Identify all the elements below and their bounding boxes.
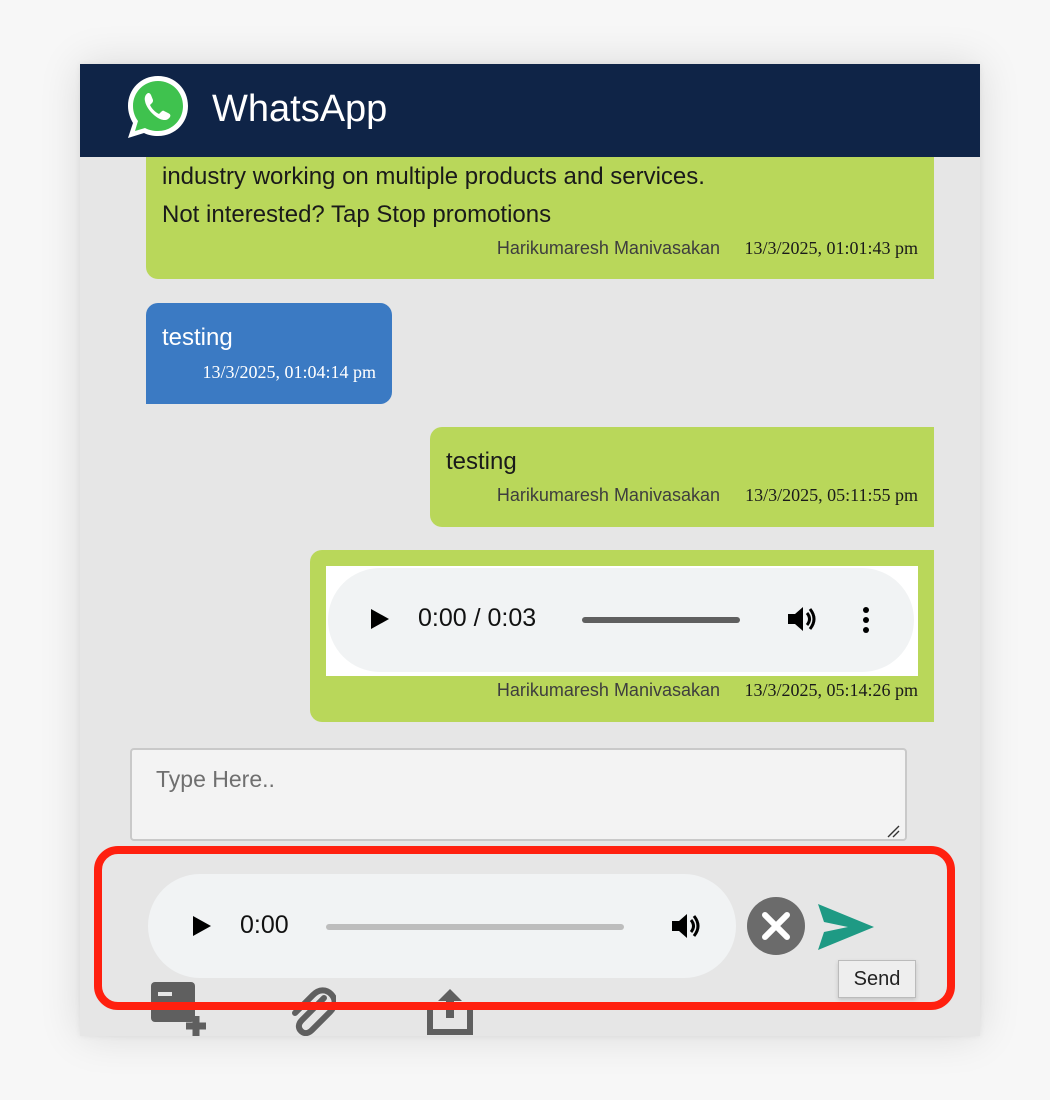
play-icon[interactable] bbox=[370, 608, 390, 630]
whatsapp-logo bbox=[128, 76, 188, 138]
attachment-icon[interactable] bbox=[286, 986, 336, 1036]
message-timestamp: 13/3/2025, 01:04:14 pm bbox=[202, 362, 376, 382]
audio-message-frame: 0:00 / 0:03 bbox=[326, 566, 918, 676]
message-timestamp: 13/3/2025, 01:01:43 pm bbox=[744, 238, 918, 258]
message-sender: Harikumaresh Manivasakan bbox=[496, 238, 720, 258]
audio-time-display: 0:00 / 0:03 bbox=[418, 604, 537, 632]
share-upload-icon[interactable] bbox=[425, 986, 475, 1036]
message-timestamp: 13/3/2025, 05:14:26 pm bbox=[744, 680, 918, 700]
more-options-icon[interactable] bbox=[862, 606, 870, 634]
volume-icon[interactable] bbox=[670, 911, 702, 941]
add-template-icon[interactable] bbox=[150, 980, 210, 1036]
message-bubble-outgoing-audio: 0:00 / 0:03 Harikumaresh Manivasakan 13/… bbox=[310, 550, 934, 722]
message-input[interactable] bbox=[130, 748, 907, 841]
send-icon[interactable] bbox=[816, 902, 876, 952]
play-icon[interactable] bbox=[192, 915, 212, 937]
cancel-recording-icon[interactable] bbox=[746, 896, 806, 956]
chat-window: WhatsApp industry working on multiple pr… bbox=[80, 64, 980, 1036]
message-bubble-incoming: testing 13/3/2025, 01:04:14 pm bbox=[146, 303, 392, 404]
message-sender: Harikumaresh Manivasakan bbox=[496, 485, 720, 505]
audio-player[interactable]: 0:00 / 0:03 bbox=[328, 568, 914, 672]
message-text: Not interested? Tap Stop promotions bbox=[162, 201, 552, 228]
message-text: industry working on multiple products an… bbox=[162, 163, 705, 190]
message-text: testing bbox=[446, 448, 517, 475]
volume-icon[interactable] bbox=[786, 604, 818, 634]
audio-seek-bar[interactable] bbox=[582, 617, 740, 623]
send-tooltip: Send bbox=[838, 960, 916, 998]
message-bubble-outgoing: testing Harikumaresh Manivasakan 13/3/20… bbox=[430, 427, 934, 527]
message-timestamp: 13/3/2025, 05:11:55 pm bbox=[745, 485, 918, 505]
app-title: WhatsApp bbox=[212, 88, 388, 130]
message-sender: Harikumaresh Manivasakan bbox=[496, 680, 720, 700]
resize-handle-icon[interactable] bbox=[886, 824, 900, 838]
app-header: WhatsApp bbox=[80, 64, 980, 157]
message-bubble-outgoing: industry working on multiple products an… bbox=[146, 144, 934, 279]
recording-time-display: 0:00 bbox=[240, 911, 289, 939]
recording-seek-bar[interactable] bbox=[326, 924, 624, 930]
message-text: testing bbox=[162, 324, 233, 351]
recording-audio-player[interactable]: 0:00 bbox=[148, 874, 736, 978]
